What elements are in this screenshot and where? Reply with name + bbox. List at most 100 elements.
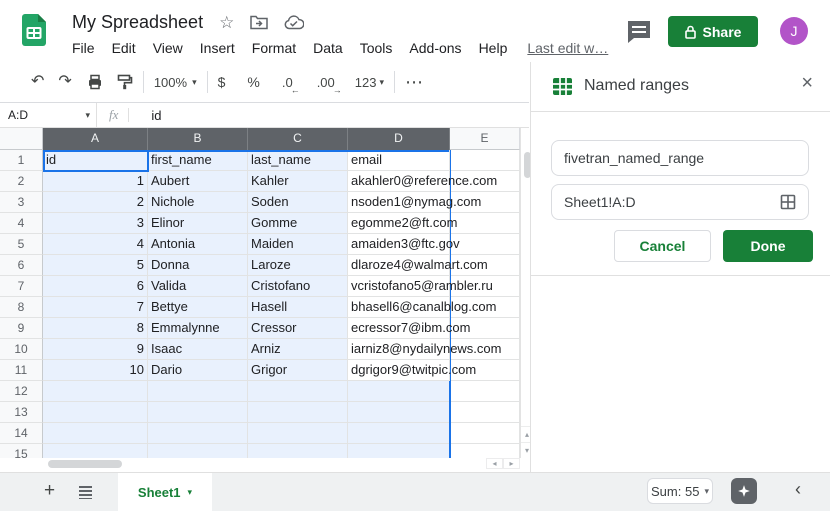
cell-C9[interactable]: Cressor <box>248 318 348 339</box>
row-header-15[interactable]: 15 <box>0 444 43 458</box>
cell-C1[interactable]: last_name <box>248 150 348 171</box>
print-button[interactable] <box>87 74 103 90</box>
row-header-14[interactable]: 14 <box>0 423 43 444</box>
paint-format-button[interactable] <box>117 74 133 90</box>
cell-B2[interactable]: Aubert <box>148 171 248 192</box>
cell-B10[interactable]: Isaac <box>148 339 248 360</box>
cell-B8[interactable]: Bettye <box>148 297 248 318</box>
name-box[interactable]: A:D ▾ <box>0 103 96 127</box>
redo-button[interactable]: ↷ <box>58 74 71 90</box>
cell-D15[interactable] <box>348 444 450 458</box>
cell-B1[interactable]: first_name <box>148 150 248 171</box>
menu-view[interactable]: View <box>153 40 183 56</box>
cell-C5[interactable]: Maiden <box>248 234 348 255</box>
cell-B14[interactable] <box>148 423 248 444</box>
cell-D11[interactable]: dgrigor9@twitpic.com <box>348 360 450 381</box>
cell-E14[interactable] <box>450 423 520 444</box>
cell-C4[interactable]: Gomme <box>248 213 348 234</box>
cell-E1[interactable] <box>450 150 520 171</box>
cell-C6[interactable]: Laroze <box>248 255 348 276</box>
add-sheet-button[interactable]: + <box>44 480 55 502</box>
cell-A2[interactable]: 1 <box>43 171 148 192</box>
column-header-B[interactable]: B <box>148 128 248 150</box>
scroll-left-button[interactable]: ◂ <box>486 458 503 469</box>
cell-C14[interactable] <box>248 423 348 444</box>
cancel-button[interactable]: Cancel <box>614 230 711 262</box>
cell-A4[interactable]: 3 <box>43 213 148 234</box>
cell-A15[interactable] <box>43 444 148 458</box>
undo-button[interactable]: ↶ <box>31 74 44 90</box>
row-header-2[interactable]: 2 <box>0 171 43 192</box>
sum-badge[interactable]: Sum: 55 ▾ <box>647 478 713 504</box>
row-header-9[interactable]: 9 <box>0 318 43 339</box>
cell-E15[interactable] <box>450 444 520 458</box>
menu-help[interactable]: Help <box>479 40 508 56</box>
cell-B4[interactable]: Elinor <box>148 213 248 234</box>
cell-D10[interactable]: iarniz8@nydailynews.com <box>348 339 450 360</box>
row-header-1[interactable]: 1 <box>0 150 43 171</box>
cell-C2[interactable]: Kahler <box>248 171 348 192</box>
range-name-input[interactable]: fivetran_named_range <box>551 140 809 176</box>
cell-B3[interactable]: Nichole <box>148 192 248 213</box>
formula-input[interactable]: id <box>151 108 161 123</box>
cell-A14[interactable] <box>43 423 148 444</box>
cell-E4[interactable] <box>450 213 520 234</box>
cell-D3[interactable]: nsoden1@nymag.com <box>348 192 450 213</box>
collapse-panel-button[interactable]: ‹ <box>795 479 801 500</box>
cell-B15[interactable] <box>148 444 248 458</box>
menu-data[interactable]: Data <box>313 40 343 56</box>
cell-A13[interactable] <box>43 402 148 423</box>
cell-B6[interactable]: Donna <box>148 255 248 276</box>
comment-history-icon[interactable] <box>626 19 654 45</box>
row-header-10[interactable]: 10 <box>0 339 43 360</box>
share-button[interactable]: Share <box>668 16 758 47</box>
cell-D7[interactable]: vcristofano5@rambler.ru <box>348 276 450 297</box>
star-icon[interactable]: ☆ <box>219 14 234 31</box>
scroll-down-button[interactable]: ▾ <box>521 442 530 458</box>
row-header-3[interactable]: 3 <box>0 192 43 213</box>
row-header-6[interactable]: 6 <box>0 255 43 276</box>
menu-format[interactable]: Format <box>252 40 296 56</box>
cell-B11[interactable]: Dario <box>148 360 248 381</box>
cell-A7[interactable]: 6 <box>43 276 148 297</box>
row-header-11[interactable]: 11 <box>0 360 43 381</box>
cell-C7[interactable]: Cristofano <box>248 276 348 297</box>
cell-C10[interactable]: Arniz <box>248 339 348 360</box>
menu-file[interactable]: File <box>72 40 95 56</box>
all-sheets-menu-icon[interactable] <box>79 486 92 499</box>
format-percent-button[interactable]: % <box>247 74 259 90</box>
cell-C15[interactable] <box>248 444 348 458</box>
cell-E12[interactable] <box>450 381 520 402</box>
row-header-4[interactable]: 4 <box>0 213 43 234</box>
cell-D2[interactable]: akahler0@reference.com <box>348 171 450 192</box>
cell-B5[interactable]: Antonia <box>148 234 248 255</box>
cell-C3[interactable]: Soden <box>248 192 348 213</box>
sheet-tab-sheet1[interactable]: Sheet1 ▾ <box>118 473 212 511</box>
row-header-5[interactable]: 5 <box>0 234 43 255</box>
done-button[interactable]: Done <box>723 230 813 262</box>
more-toolbar-button[interactable]: ⋯ <box>405 73 423 91</box>
cell-A6[interactable]: 5 <box>43 255 148 276</box>
row-header-7[interactable]: 7 <box>0 276 43 297</box>
cell-B9[interactable]: Emmalynne <box>148 318 248 339</box>
cell-A9[interactable]: 8 <box>43 318 148 339</box>
last-edit-link[interactable]: Last edit w… <box>527 40 608 56</box>
move-to-folder-icon[interactable] <box>250 14 268 30</box>
cloud-saved-icon[interactable] <box>284 15 304 30</box>
vertical-scrollbar[interactable]: ▴ ▾ <box>520 128 530 458</box>
cell-D6[interactable]: dlaroze4@walmart.com <box>348 255 450 276</box>
cell-C13[interactable] <box>248 402 348 423</box>
cell-D4[interactable]: egomme2@ft.com <box>348 213 450 234</box>
scroll-right-button[interactable]: ▸ <box>503 458 520 469</box>
cell-D5[interactable]: amaiden3@ftc.gov <box>348 234 450 255</box>
document-title[interactable]: My Spreadsheet <box>72 12 203 33</box>
number-format-button[interactable]: 123 ▾ <box>355 75 384 90</box>
cell-B13[interactable] <box>148 402 248 423</box>
column-header-D[interactable]: D <box>348 128 450 150</box>
menu-addons[interactable]: Add-ons <box>409 40 461 56</box>
cell-D13[interactable] <box>348 402 450 423</box>
cell-C11[interactable]: Grigor <box>248 360 348 381</box>
cell-D8[interactable]: bhasell6@canalblog.com <box>348 297 450 318</box>
avatar[interactable]: J <box>780 17 808 45</box>
close-icon[interactable]: × <box>801 73 813 93</box>
